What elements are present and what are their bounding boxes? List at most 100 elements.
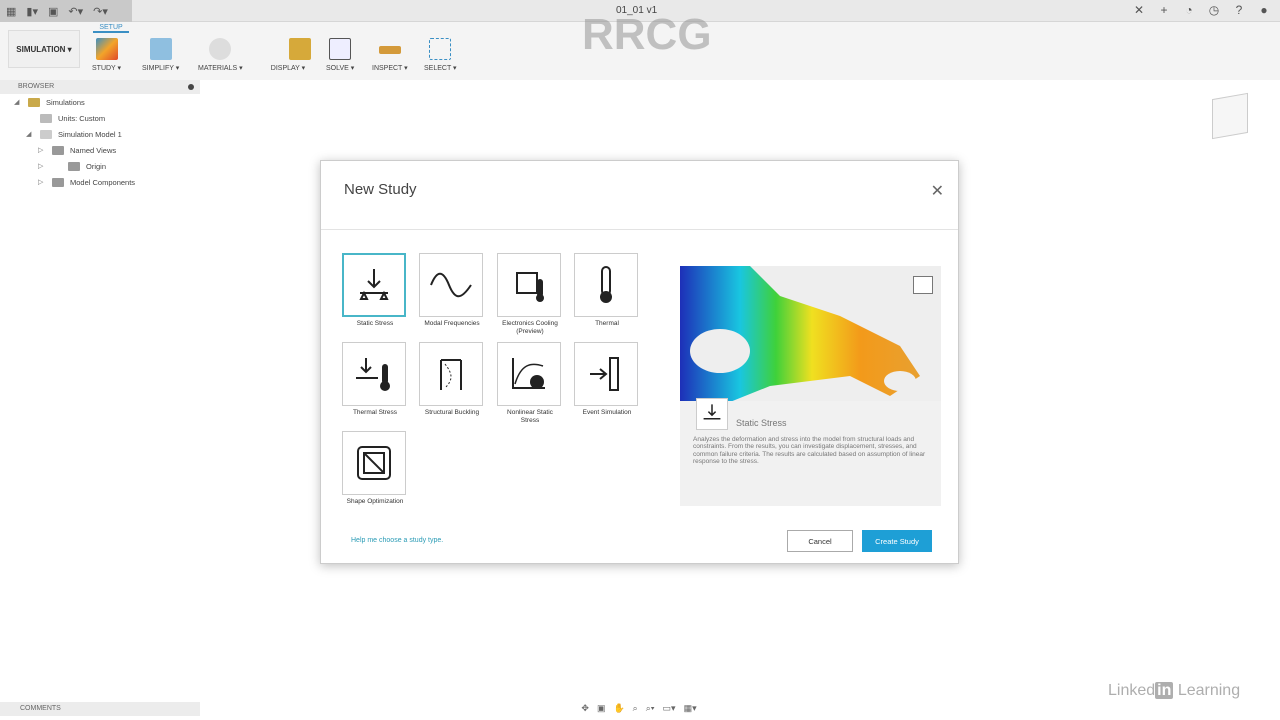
study-static-stress[interactable]: Static Stress xyxy=(342,253,408,328)
pan-icon[interactable]: ✋ xyxy=(613,703,624,714)
collapse-icon[interactable]: ▷ xyxy=(38,178,46,186)
preview-static-stress-icon xyxy=(696,398,728,430)
tree-node-named-views[interactable]: ▷ Named Views xyxy=(0,142,200,158)
study-event-simulation[interactable]: Event Simulation xyxy=(574,342,640,417)
folder-icon xyxy=(52,145,64,155)
tree-node-model-components[interactable]: ▷ Model Components xyxy=(0,174,200,190)
study-nonlinear-static-stress[interactable]: Nonlinear Static Stress xyxy=(497,342,563,425)
view-cube[interactable] xyxy=(1212,92,1248,140)
materials-tool[interactable]: MATERIALS ▾ xyxy=(198,38,243,72)
redo-icon[interactable]: ↷▾ xyxy=(93,5,108,18)
cancel-button[interactable]: Cancel xyxy=(787,530,853,552)
tree-node-simulations[interactable]: ◢ Simulations xyxy=(0,94,200,110)
sine-wave-icon xyxy=(430,272,472,298)
job-status-icon[interactable]: ◔ xyxy=(1181,3,1197,19)
study-icon xyxy=(95,38,118,60)
study-electronics-cooling[interactable]: Electronics Cooling (Preview) xyxy=(497,253,563,336)
expand-icon[interactable]: ◢ xyxy=(26,130,34,138)
display-tool[interactable]: DISPLAY ▾ xyxy=(265,38,311,72)
close-icon[interactable]: ✕ xyxy=(931,181,944,201)
tool-label: DISPLAY ▾ xyxy=(270,65,306,72)
navigation-bar: ✥ ▣ ✋ ⌕ ⌕▾ ▭▾ ▦▾ xyxy=(564,700,714,716)
preview-image xyxy=(680,266,941,401)
solve-icon xyxy=(329,38,352,60)
new-study-dialog: New Study ✕ Static Stress Modal Frequenc… xyxy=(320,160,959,564)
study-tool[interactable]: STUDY ▾ xyxy=(92,38,121,72)
tool-label: SOLVE ▾ xyxy=(326,65,355,72)
simplify-tool[interactable]: SIMPLIFY ▾ xyxy=(142,38,179,72)
solve-tool[interactable]: SOLVE ▾ xyxy=(326,38,354,72)
dialog-title: New Study xyxy=(344,181,417,198)
study-label: Thermal xyxy=(595,320,619,327)
study-label: Modal Frequencies xyxy=(424,320,480,327)
create-study-button[interactable]: Create Study xyxy=(862,530,932,552)
event-simulation-icon xyxy=(590,357,619,391)
zoom-icon[interactable]: ⌕ xyxy=(633,703,638,714)
study-shape-optimization[interactable]: Shape Optimization xyxy=(342,431,408,506)
shape-optimization-icon xyxy=(357,446,391,480)
select-tool[interactable]: SELECT ▾ xyxy=(424,38,457,72)
browser-header: BROWSER xyxy=(0,80,200,94)
node-label: Origin xyxy=(86,161,107,171)
simplify-icon xyxy=(149,38,172,60)
watermark: RRCG xyxy=(582,10,712,59)
orbit-icon[interactable]: ✥ xyxy=(581,703,589,714)
model-icon xyxy=(40,129,52,139)
thermal-stress-icon xyxy=(356,358,390,391)
quick-access-toolbar: ▦ ▮▾ ▣ ↶▾ ↷▾ xyxy=(0,0,132,22)
fit-icon[interactable]: ⌕▾ xyxy=(646,703,655,714)
browser-panel: BROWSER ◢ Simulations Units: Custom ◢ Simu… xyxy=(0,80,200,190)
collapse-icon[interactable]: ▷ xyxy=(38,162,46,170)
inspect-tool[interactable]: INSPECT ▾ xyxy=(372,38,408,72)
study-modal-frequencies[interactable]: Modal Frequencies xyxy=(419,253,485,328)
study-preview-panel: Static Stress Analyzes the deformation a… xyxy=(680,266,941,506)
select-icon xyxy=(429,38,452,60)
folder-icon xyxy=(52,177,64,187)
nonlinear-curve-icon xyxy=(512,358,545,389)
preview-description: Analyzes the deformation and stress into… xyxy=(693,436,926,466)
notifications-icon[interactable]: ◷ xyxy=(1206,3,1222,19)
tree-node-units[interactable]: Units: Custom xyxy=(0,110,200,126)
file-menu-icon[interactable]: ▮▾ xyxy=(26,5,38,18)
linkedin-learning-logo: Linked in Learning xyxy=(1108,682,1241,699)
pin-icon[interactable] xyxy=(188,84,194,90)
study-thermal-stress[interactable]: Thermal Stress xyxy=(342,342,408,417)
materials-icon xyxy=(209,38,232,60)
help-choose-study-link[interactable]: Help me choose a study type. xyxy=(351,537,443,544)
preview-title: Static Stress xyxy=(736,418,787,428)
undo-icon[interactable]: ↶▾ xyxy=(68,5,83,18)
apps-grid-icon[interactable]: ▦ xyxy=(6,5,16,18)
stress-result-image xyxy=(680,266,920,401)
tree-node-simulation-model[interactable]: ◢ Simulation Model 1 xyxy=(0,126,200,142)
tool-label: SIMPLIFY ▾ xyxy=(142,65,180,72)
display-settings-icon[interactable]: ▭▾ xyxy=(663,703,676,714)
collapse-icon[interactable]: ▷ xyxy=(38,146,46,154)
tool-label: STUDY ▾ xyxy=(92,65,122,72)
study-thermal[interactable]: Thermal xyxy=(574,253,640,328)
workspace-switcher[interactable]: SIMULATION ▾ xyxy=(8,30,80,68)
study-label: Electronics Cooling (Preview) xyxy=(502,320,558,335)
grid-icon[interactable]: ▦▾ xyxy=(684,703,697,714)
units-icon xyxy=(40,113,52,123)
list-view-icon[interactable] xyxy=(913,276,933,294)
study-label: Event Simulation xyxy=(582,409,632,416)
save-icon[interactable]: ▣ xyxy=(48,5,58,18)
node-label: Model Components xyxy=(70,177,136,187)
new-tab-icon[interactable]: + xyxy=(1156,3,1172,19)
tree-node-origin[interactable]: ▷ Origin xyxy=(0,158,200,174)
expand-icon[interactable]: ◢ xyxy=(14,98,22,106)
static-stress-icon xyxy=(359,269,389,300)
tool-label: INSPECT ▾ xyxy=(372,65,408,72)
look-at-icon[interactable]: ▣ xyxy=(597,703,606,714)
study-label: Structural Buckling xyxy=(424,409,480,416)
close-tab-icon[interactable]: ✕ xyxy=(1131,3,1147,19)
inspect-icon xyxy=(378,46,401,54)
tab-setup[interactable]: SETUP xyxy=(93,24,129,33)
study-structural-buckling[interactable]: Structural Buckling xyxy=(419,342,485,417)
comments-panel[interactable]: COMMENTS xyxy=(0,702,200,716)
user-avatar[interactable]: ● xyxy=(1256,3,1272,19)
chip-thermometer-icon xyxy=(516,272,544,302)
help-icon[interactable]: ? xyxy=(1231,3,1247,19)
node-label: Named Views xyxy=(70,145,117,155)
divider xyxy=(321,229,958,230)
